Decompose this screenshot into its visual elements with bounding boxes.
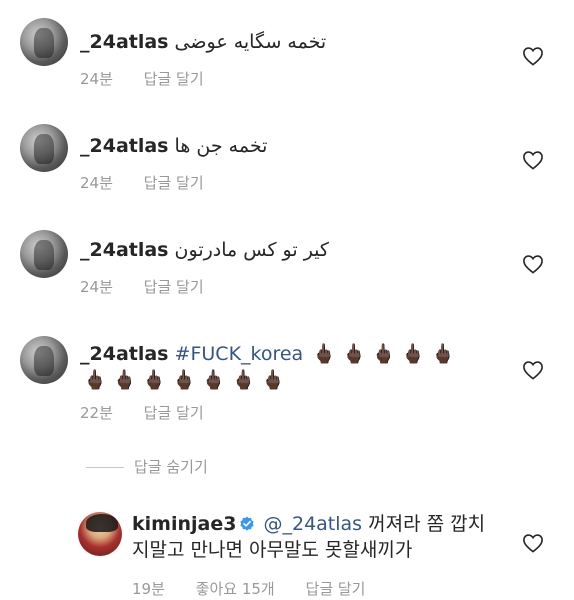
comment-body: _24atlas تخمه سگایه عوضی — [80, 30, 326, 54]
comment-meta: 24분 답글 달기 — [80, 276, 230, 297]
avatar[interactable] — [20, 336, 68, 384]
like-heart-icon[interactable] — [522, 533, 544, 553]
comment-text: 꺼져라 쫌 깝치 — [368, 513, 486, 535]
middle-finger-emoji-row: 🖕🏿 🖕🏿 🖕🏿 🖕🏿 🖕🏿 — [312, 343, 455, 365]
comment-username[interactable]: _24atlas — [80, 239, 169, 261]
comment-text: تخمه جن ها — [174, 135, 268, 157]
avatar[interactable] — [20, 230, 68, 278]
comment-body-line2: 🖕🏿 🖕🏿 🖕🏿 🖕🏿 🖕🏿 🖕🏿 🖕🏿 — [80, 368, 288, 392]
reply-link[interactable]: 답글 달기 — [144, 404, 204, 422]
comment-body: _24atlas کیر تو کس مادرتون — [80, 238, 329, 262]
comment-meta: 24분 답글 달기 — [80, 172, 230, 193]
reply-link[interactable]: 답글 달기 — [144, 278, 204, 296]
comment-body-line2: 지말고 만나면 아무말도 못할새끼가 — [132, 538, 412, 562]
comment-time: 24분 — [80, 70, 113, 88]
comment-username[interactable]: _24atlas — [80, 31, 169, 53]
middle-finger-emoji-row: 🖕🏿 🖕🏿 🖕🏿 🖕🏿 🖕🏿 🖕🏿 🖕🏿 — [83, 369, 285, 391]
comment-meta: 22분 답글 달기 — [80, 402, 230, 423]
comment-username[interactable]: _24atlas — [80, 343, 169, 365]
like-heart-icon[interactable] — [522, 254, 544, 274]
comment-body: _24atlas #FUCK_korea 🖕🏿 🖕🏿 🖕🏿 🖕🏿 🖕🏿 — [80, 342, 458, 366]
comment-text: 지말고 만나면 아무말도 못할새끼가 — [132, 539, 413, 561]
comment-text: کیر تو کس مادرتون — [174, 239, 329, 261]
comment-body: kiminjae3 @_24atlas 꺼져라 쫌 깝치 — [132, 512, 485, 536]
like-heart-icon[interactable] — [522, 360, 544, 380]
likes-count[interactable]: 좋아요 15개 — [196, 580, 275, 598]
divider — [86, 467, 124, 468]
comment-username[interactable]: _24atlas — [80, 135, 169, 157]
hashtag-link[interactable]: #FUCK_korea — [175, 343, 304, 365]
comment-text: تخمه سگایه عوضی — [174, 31, 327, 53]
comment-body: _24atlas تخمه جن ها — [80, 134, 267, 158]
comment-time: 19분 — [132, 580, 165, 598]
comment-username[interactable]: kiminjae3 — [132, 513, 236, 535]
reply-link[interactable]: 답글 달기 — [306, 580, 366, 598]
hide-replies-label: 답글 숨기기 — [134, 458, 208, 476]
comment-meta: 19분 좋아요 15개 답글 달기 — [132, 578, 391, 599]
reply-link[interactable]: 답글 달기 — [144, 70, 204, 88]
like-heart-icon[interactable] — [522, 46, 544, 66]
verified-badge-icon — [240, 516, 255, 531]
avatar[interactable] — [78, 512, 122, 556]
comment-meta: 24분 답글 달기 — [80, 68, 230, 89]
hide-replies-toggle[interactable]: 답글 숨기기 — [86, 456, 208, 477]
avatar[interactable] — [20, 18, 68, 66]
comment-time: 22분 — [80, 404, 113, 422]
comment-time: 24분 — [80, 174, 113, 192]
like-heart-icon[interactable] — [522, 150, 544, 170]
reply-link[interactable]: 답글 달기 — [144, 174, 204, 192]
comment-time: 24분 — [80, 278, 113, 296]
mention-link[interactable]: @_24atlas — [263, 513, 362, 535]
avatar[interactable] — [20, 124, 68, 172]
